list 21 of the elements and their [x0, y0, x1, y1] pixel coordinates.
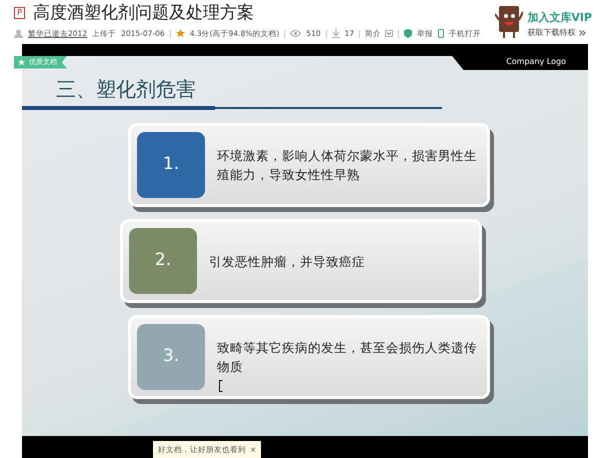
number-tile: 1. [137, 132, 205, 198]
item-text: 致畸等其它疾病的发生，甚至会损伤人类遗传物质 [217, 339, 478, 376]
item-text: 环境激素，影响人体荷尔蒙水平，损害男性生殖能力，导致女性性早熟 [217, 147, 478, 184]
user-icon [14, 29, 23, 38]
vip-subtitle: 获取下载特权 [527, 26, 576, 38]
star-icon [18, 58, 25, 66]
star-icon [176, 29, 185, 38]
document-title: 高度酒塑化剂问题及处理方案 [33, 2, 254, 24]
eye-icon [290, 30, 302, 38]
number-tile: 2. [129, 228, 197, 294]
shield-icon [404, 29, 412, 38]
download-icon [332, 29, 340, 38]
double-chevron-icon [579, 30, 586, 36]
company-logo-text: Company Logo [506, 56, 566, 68]
text-cursor-icon [219, 380, 223, 392]
number-tile: 3. [137, 324, 205, 390]
item-text: 引发恶性肿瘤，并导致癌症 [209, 252, 365, 270]
phone-icon [438, 29, 444, 38]
caret-icon [385, 30, 394, 38]
slide-heading: 三、塑化剂危害 [56, 76, 196, 102]
file-type-icon: P [14, 7, 25, 19]
